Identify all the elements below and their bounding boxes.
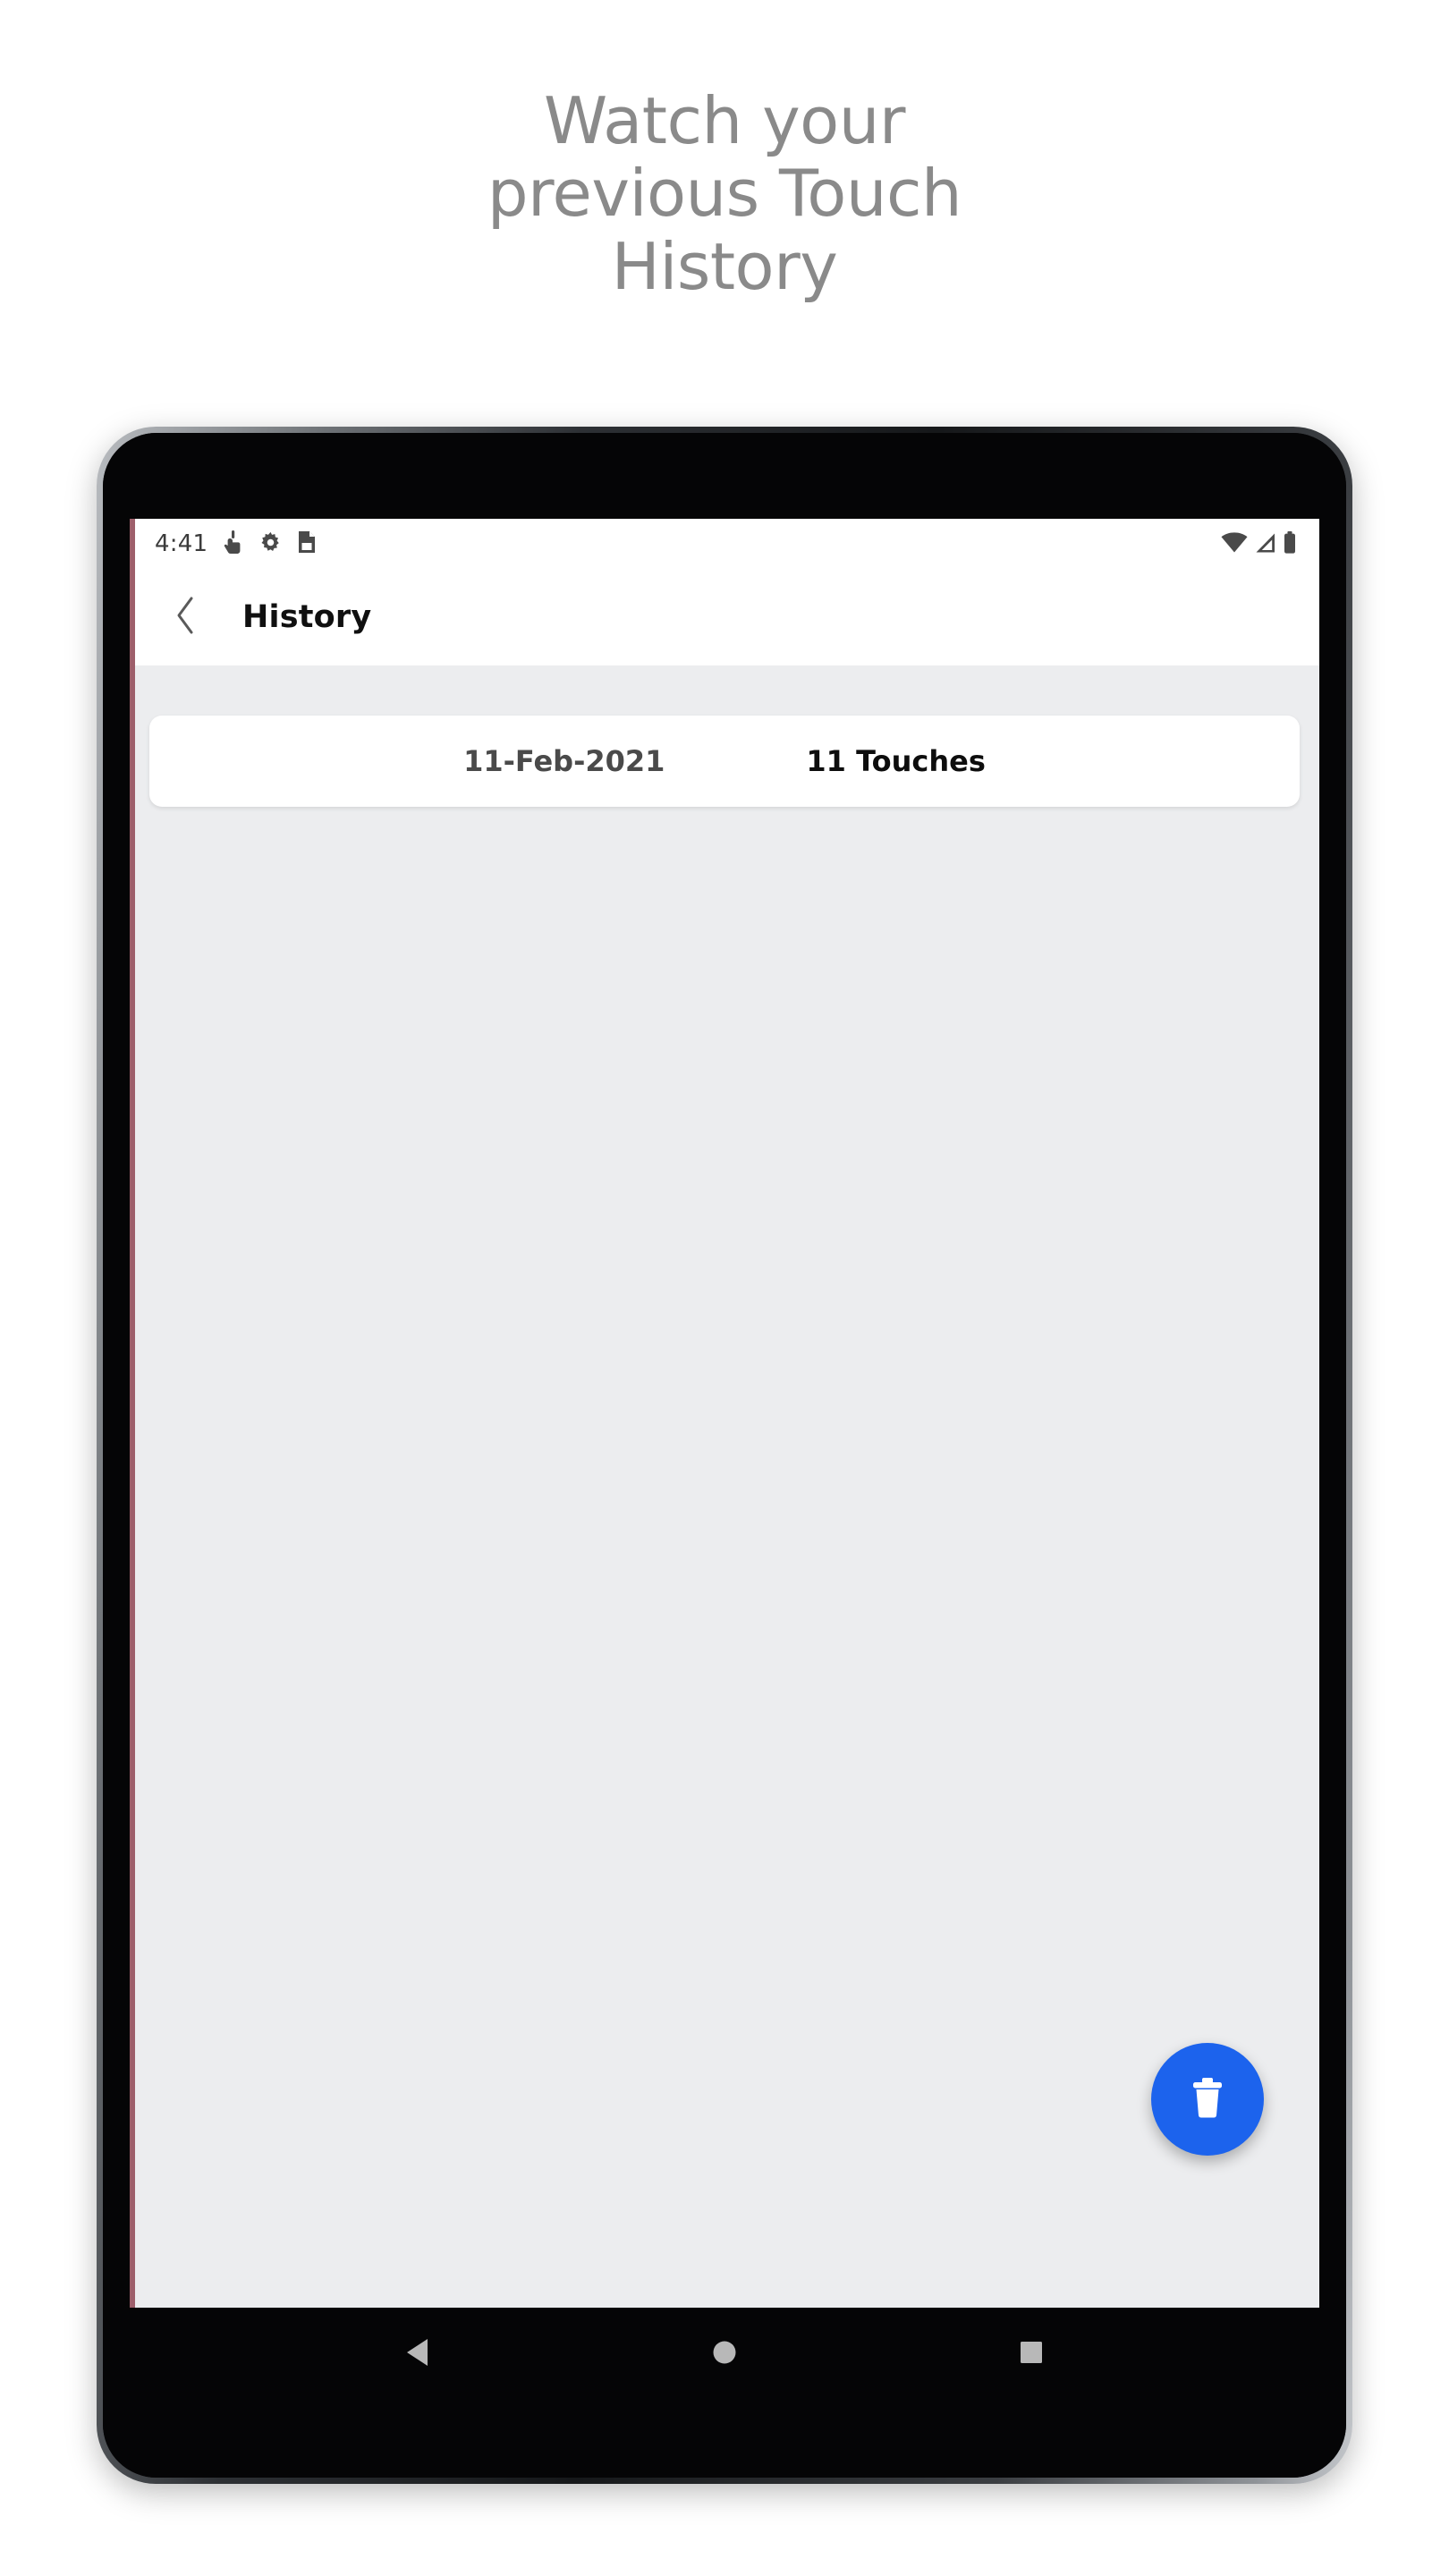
promo-headline: Watch your previous Touch History: [487, 83, 962, 304]
document-save-icon: [297, 530, 317, 557]
status-bar-clock: 4:41: [155, 530, 208, 557]
nav-recents-button[interactable]: [978, 2318, 1085, 2390]
app-bar: History: [130, 569, 1319, 665]
history-list-item[interactable]: 11-Feb-2021 11 Touches: [149, 716, 1300, 807]
battery-icon: [1284, 530, 1296, 557]
status-bar-left: 4:41: [155, 530, 317, 558]
phone-device-frame: 4:41 History 11-Feb-2021 11 Touches: [97, 427, 1352, 2484]
nav-back-button[interactable]: [364, 2318, 471, 2390]
content-area: 11-Feb-2021 11 Touches: [130, 665, 1319, 2308]
gear-icon: [259, 531, 282, 557]
nav-home-button[interactable]: [671, 2318, 778, 2390]
touch-pointer-icon: [223, 530, 244, 558]
status-bar: 4:41: [130, 519, 1319, 569]
cellular-signal-icon: [1255, 532, 1276, 557]
status-bar-right: [1221, 530, 1296, 557]
back-triangle-icon: [404, 2338, 431, 2370]
android-navigation-bar: [130, 2308, 1319, 2401]
history-item-touch-count: 11 Touches: [806, 744, 986, 778]
home-circle-icon: [712, 2340, 737, 2368]
page-title: History: [242, 599, 372, 635]
phone-bezel-bottom: [103, 2388, 1346, 2478]
recents-square-icon: [1020, 2341, 1043, 2368]
back-button[interactable]: [165, 590, 207, 644]
phone-screen: 4:41 History 11-Feb-2021 11 Touches: [130, 519, 1319, 2308]
history-item-date: 11-Feb-2021: [463, 744, 665, 778]
phone-bezel: 4:41 History 11-Feb-2021 11 Touches: [103, 433, 1346, 2478]
phone-bezel-top: [103, 433, 1346, 519]
delete-all-fab-button[interactable]: [1151, 2043, 1264, 2156]
chevron-left-icon: [174, 596, 198, 639]
trash-delete-icon: [1188, 2076, 1227, 2123]
wifi-icon: [1221, 531, 1248, 557]
